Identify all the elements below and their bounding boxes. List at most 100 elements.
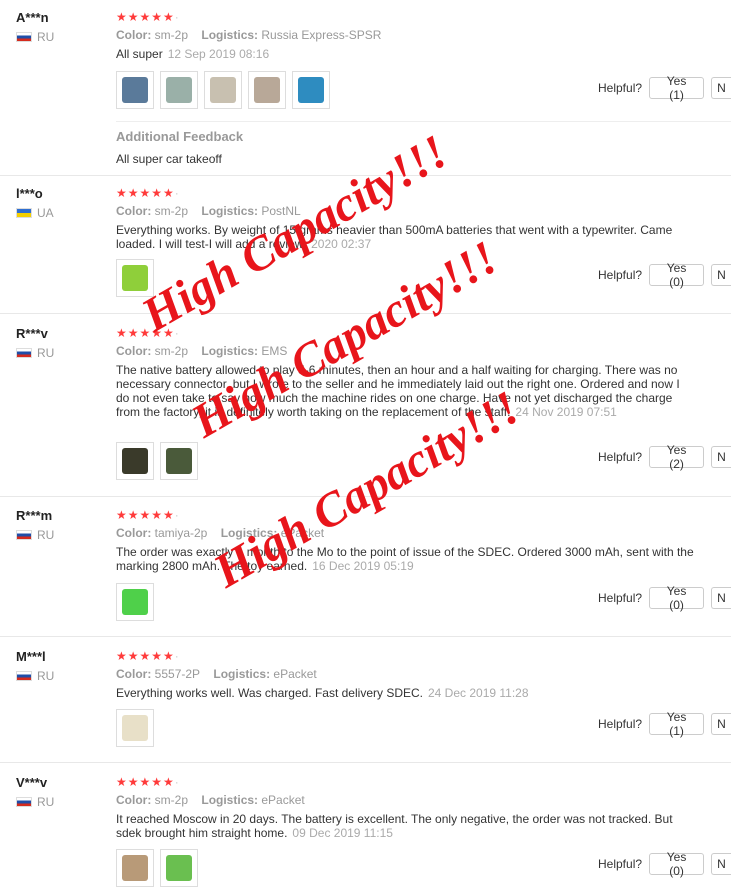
star-rating: ★★★★★· <box>116 10 179 24</box>
review-date: 12 Sep 2019 08:16 <box>167 47 270 61</box>
review-photos <box>116 259 154 297</box>
reviewer-name: V***v <box>16 775 48 790</box>
reviewer-country: UA <box>16 206 54 220</box>
review-meta: Color: tamiya-2p Logistics: ePacket <box>116 526 325 540</box>
review-photo[interactable] <box>116 71 154 109</box>
review-date: 09 Dec 2019 11:15 <box>292 826 393 840</box>
review-color: sm-2p <box>154 344 189 358</box>
helpful-label: Helpful? <box>598 268 643 282</box>
review-photo[interactable] <box>116 709 154 747</box>
divider <box>0 636 731 637</box>
review-text: Everything works. By weight of 15 grams … <box>116 223 673 251</box>
review-photos <box>116 442 198 480</box>
divider <box>0 313 731 314</box>
review-meta: Color: sm-2p Logistics: ePacket <box>116 793 305 807</box>
review-text: All super 12 Sep 2019 08:16 <box>116 47 270 61</box>
helpful-group: Helpful? Yes (2) N <box>598 443 731 471</box>
review-color: 5557-2P <box>154 667 201 681</box>
country-code: RU <box>37 528 55 542</box>
review-color: tamiya-2p <box>154 526 208 540</box>
country-code: RU <box>37 795 55 809</box>
review-text: It reached Moscow in 20 days. The batter… <box>116 812 673 840</box>
divider <box>116 121 731 122</box>
review-text: The order was exactly a month to the Mo … <box>116 545 694 573</box>
helpful-group: Helpful? Yes (0) N <box>598 584 731 612</box>
additional-feedback-text: All super car takeoff <box>116 152 222 166</box>
reviewer-country: RU <box>16 30 54 44</box>
divider <box>0 175 731 176</box>
flag-ru-icon <box>16 671 32 681</box>
review-photo[interactable] <box>160 849 198 887</box>
helpful-label: Helpful? <box>598 717 643 731</box>
review-photo[interactable] <box>116 259 154 297</box>
review-photos <box>116 849 198 887</box>
helpful-yes-button[interactable]: Yes (1) <box>649 74 705 102</box>
star-rating: ★★★★★· <box>116 649 179 663</box>
review-photo[interactable] <box>292 71 330 109</box>
review-meta: Color: 5557-2P Logistics: ePacket <box>116 667 317 681</box>
additional-feedback-title: Additional Feedback <box>116 129 244 144</box>
helpful-label: Helpful? <box>598 857 643 871</box>
reviewer-name: M***l <box>16 649 46 664</box>
review-photo[interactable] <box>160 442 198 480</box>
helpful-yes-button[interactable]: Yes (0) <box>649 261 705 289</box>
helpful-no-button[interactable]: N <box>711 713 731 735</box>
review-photo[interactable] <box>204 71 242 109</box>
review-logistics: Russia Express-SPSR <box>261 28 382 42</box>
review-date: 16 Dec 2019 05:19 <box>312 559 414 573</box>
helpful-yes-button[interactable]: Yes (0) <box>649 584 705 612</box>
review-text: The native battery allowed to play 5-6 m… <box>116 363 680 419</box>
reviewer-name: l***o <box>16 186 43 201</box>
reviewer-country: RU <box>16 528 54 542</box>
star-rating: ★★★★★· <box>116 186 179 200</box>
review-logistics: ePacket <box>273 667 317 681</box>
review-date: 24 Nov 2019 07:51 <box>515 405 617 419</box>
country-code: RU <box>37 669 55 683</box>
flag-ua-icon <box>16 208 32 218</box>
flag-ru-icon <box>16 797 32 807</box>
divider <box>0 496 731 497</box>
reviewer-country: RU <box>16 669 54 683</box>
country-code: UA <box>37 206 54 220</box>
helpful-no-button[interactable]: N <box>711 77 731 99</box>
helpful-no-button[interactable]: N <box>711 446 731 468</box>
flag-ru-icon <box>16 348 32 358</box>
star-rating: ★★★★★· <box>116 508 179 522</box>
divider <box>0 762 731 763</box>
helpful-yes-button[interactable]: Yes (1) <box>649 710 705 738</box>
reviewer-name: R***m <box>16 508 53 523</box>
helpful-group: Helpful? Yes (1) N <box>598 710 731 738</box>
review-meta: Color: sm-2p Logistics: PostNL <box>116 204 301 218</box>
review-photo[interactable] <box>160 71 198 109</box>
star-rating: ★★★★★· <box>116 775 179 789</box>
review-logistics: ePacket <box>280 526 325 540</box>
review-meta: Color: sm-2p Logistics: EMS <box>116 344 288 358</box>
review-date: 2020 02:37 <box>311 237 372 251</box>
review-photos <box>116 709 154 747</box>
review-color: sm-2p <box>154 204 189 218</box>
review-photo[interactable] <box>116 583 154 621</box>
helpful-no-button[interactable]: N <box>711 264 731 286</box>
review-text: Everything works well. Was charged. Fast… <box>116 686 529 700</box>
reviewer-name: R***v <box>16 326 48 341</box>
reviewer-country: RU <box>16 346 54 360</box>
helpful-label: Helpful? <box>598 81 643 95</box>
review-logistics: PostNL <box>261 204 301 218</box>
reviewer-country: RU <box>16 795 54 809</box>
review-color: sm-2p <box>154 793 189 807</box>
review-meta: Color: sm-2p Logistics: Russia Express-S… <box>116 28 382 42</box>
helpful-no-button[interactable]: N <box>711 587 731 609</box>
reviewer-name: A***n <box>16 10 49 25</box>
star-rating: ★★★★★· <box>116 326 179 340</box>
country-code: RU <box>37 30 55 44</box>
review-date: 24 Dec 2019 11:28 <box>428 686 529 700</box>
review-photo[interactable] <box>116 442 154 480</box>
flag-ru-icon <box>16 530 32 540</box>
review-photo[interactable] <box>116 849 154 887</box>
review-photos <box>116 583 154 621</box>
review-photo[interactable] <box>248 71 286 109</box>
review-color: sm-2p <box>154 28 189 42</box>
review-logistics: ePacket <box>261 793 305 807</box>
helpful-yes-button[interactable]: Yes (2) <box>649 443 705 471</box>
helpful-group: Helpful? Yes (0) N <box>598 261 731 289</box>
